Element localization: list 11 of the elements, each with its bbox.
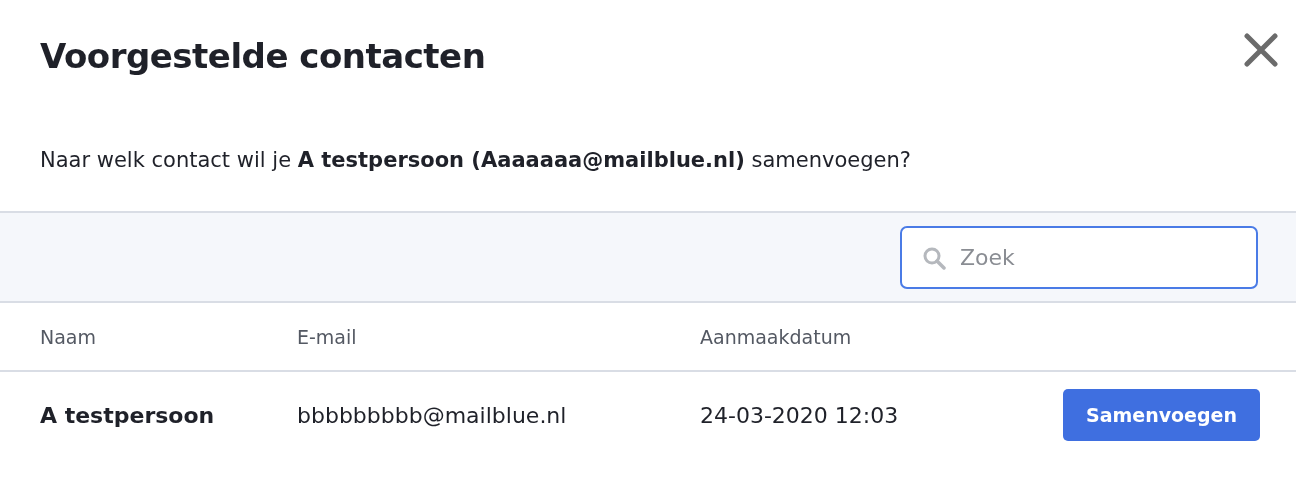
table-cell-text: A testpersoon — [40, 402, 216, 428]
search-field[interactable]: Zoek — [900, 225, 1258, 289]
table-cell-text: bbbbbbbbb@mailblue.nl — [297, 402, 568, 428]
column-header: E-mail — [297, 325, 358, 348]
column-header: Naam — [40, 325, 97, 348]
merge-question: Naar welk contact wil je A testpersoon (Aaaaaaa@mailblue.nl) samenvoegen? — [40, 147, 912, 174]
table-cell-text: 24-03-2020 12:03 — [700, 402, 900, 428]
close-button[interactable] — [1244, 33, 1278, 67]
column-header: Aanmaakdatum — [700, 325, 853, 348]
dialog-title: Voorgestelde contacten — [40, 35, 486, 78]
merge-button[interactable]: Samenvoegen — [1063, 389, 1260, 441]
